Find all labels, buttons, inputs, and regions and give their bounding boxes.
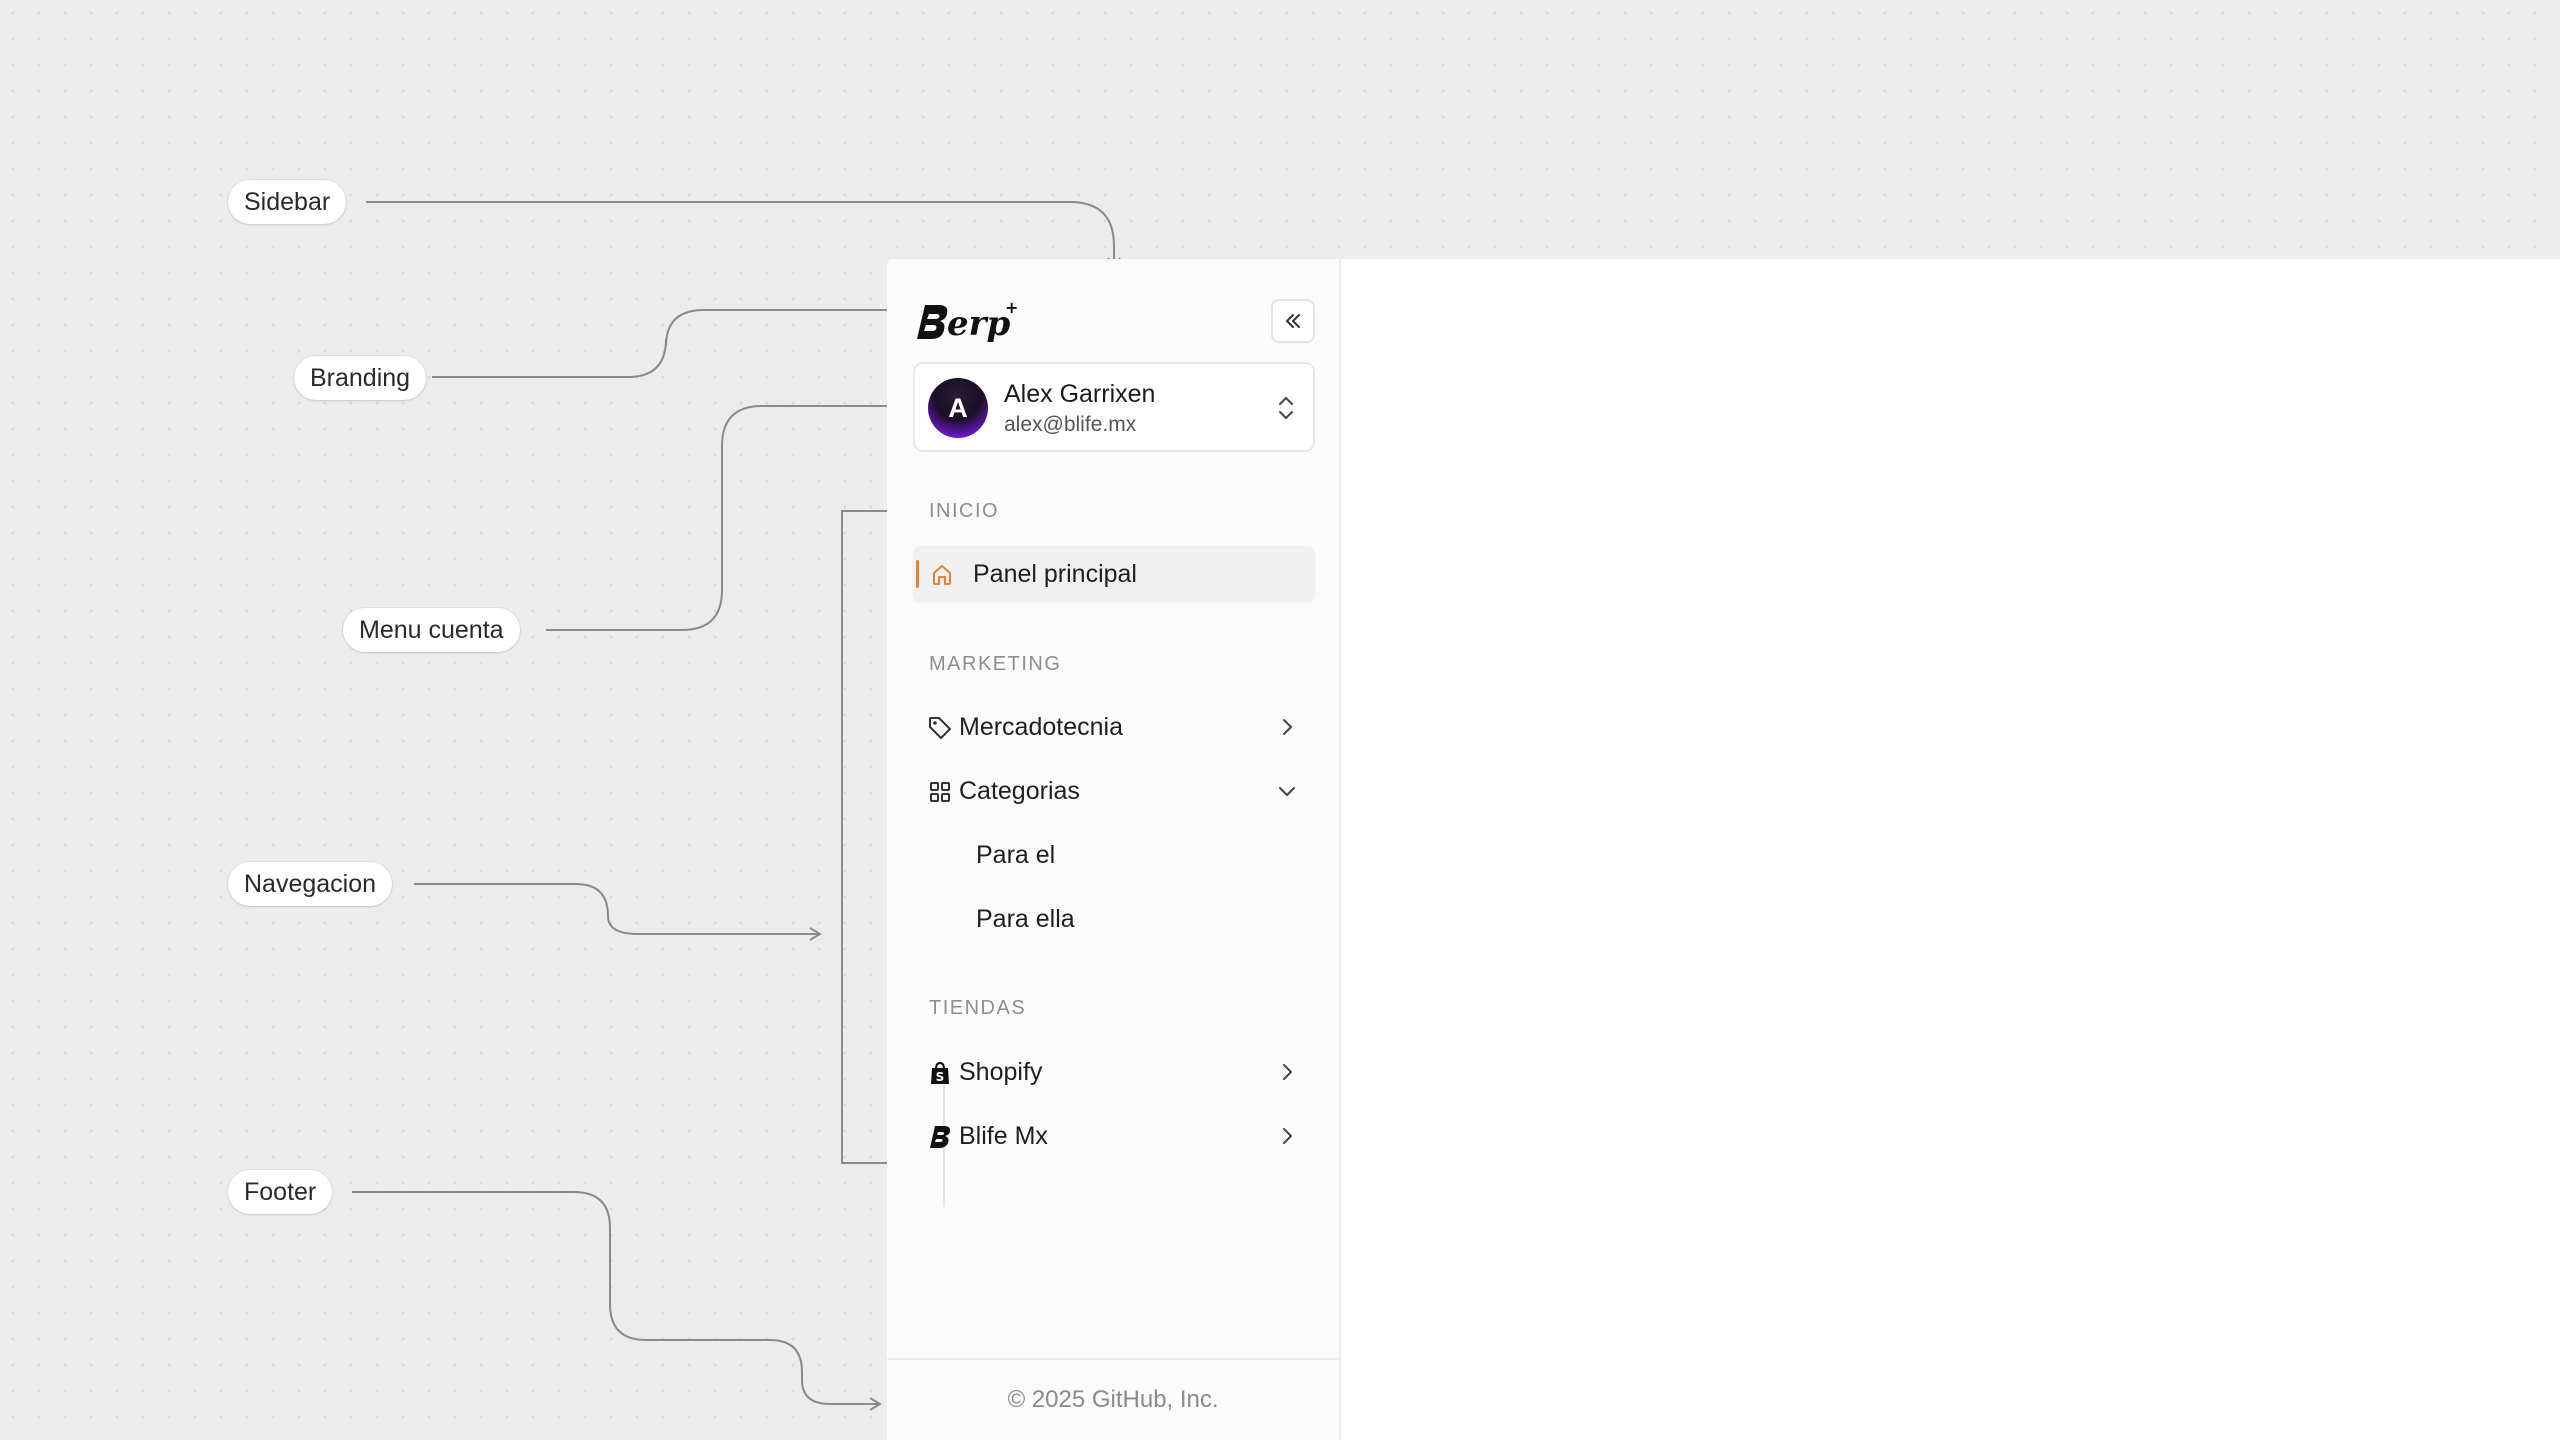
chevrons-left-icon: [1286, 314, 1300, 328]
chevron-right-icon: [1283, 719, 1292, 735]
nav-label: Shopify: [959, 1058, 1043, 1086]
section-label-tiendas: TIENDAS: [929, 997, 1027, 1019]
footer-copyright: © 2025 GitHub, Inc.: [1007, 1386, 1219, 1413]
blife-icon: [927, 1124, 953, 1150]
brand-name: erp: [947, 304, 1011, 344]
tag-icon: [927, 715, 953, 741]
sidebar-footer: © 2025 GitHub, Inc.: [887, 1358, 1339, 1440]
nav-item-blife-mx[interactable]: Blife Mx: [913, 1108, 1315, 1164]
nav-label: Blife Mx: [959, 1122, 1048, 1150]
chevron-right-icon: [1283, 1128, 1292, 1144]
shopify-icon: S: [927, 1060, 953, 1086]
nav-item-shopify[interactable]: S Shopify: [913, 1044, 1315, 1100]
brand-logo-icon: erp +: [917, 298, 1018, 344]
nav-label: Categorias: [959, 777, 1080, 805]
nav-label: Panel principal: [973, 560, 1137, 588]
canvas: Sidebar Branding Menu cuenta Navegacion …: [0, 0, 2560, 1440]
nav-subitem-para-el[interactable]: Para el: [976, 835, 1055, 875]
nav-subitem-para-ella[interactable]: Para ella: [976, 899, 1075, 939]
nav-label: Mercadotecnia: [959, 713, 1123, 741]
chevron-right-icon: [1283, 1064, 1292, 1080]
nav-item-panel-principal[interactable]: Panel principal: [913, 546, 1315, 602]
svg-text:S: S: [936, 1070, 945, 1084]
section-label-marketing: MARKETING: [929, 653, 1062, 675]
account-menu[interactable]: A Alex Garrixen alex@blife.mx: [913, 362, 1315, 452]
active-indicator: [916, 560, 919, 588]
callout-navegacion: Navegacion: [228, 862, 393, 906]
account-email: alex@blife.mx: [1004, 413, 1137, 436]
callout-branding: Branding: [294, 356, 427, 400]
collapse-sidebar-button[interactable]: [1271, 299, 1315, 343]
callout-sidebar: Sidebar: [228, 180, 347, 224]
section-label-inicio: INICIO: [929, 500, 1000, 522]
sidebar: erp + A Alex Garrixen alex@blife.mx INIC…: [887, 259, 1341, 1440]
branding: erp +: [913, 289, 1315, 351]
brand-logo[interactable]: erp +: [913, 289, 1023, 351]
callout-footer: Footer: [228, 1170, 333, 1214]
callout-menu-cuenta: Menu cuenta: [343, 608, 520, 652]
nav-item-mercadotecnia[interactable]: Mercadotecnia: [913, 699, 1315, 755]
brand-suffix: +: [1005, 298, 1018, 317]
avatar: A: [928, 378, 988, 438]
account-name: Alex Garrixen: [1004, 380, 1156, 408]
grid-icon: [927, 779, 953, 805]
home-icon: [929, 562, 955, 588]
chevron-down-icon: [1279, 787, 1295, 796]
nav-item-categorias[interactable]: Categorias: [913, 763, 1315, 819]
chevrons-up-down-icon: [1279, 397, 1293, 419]
